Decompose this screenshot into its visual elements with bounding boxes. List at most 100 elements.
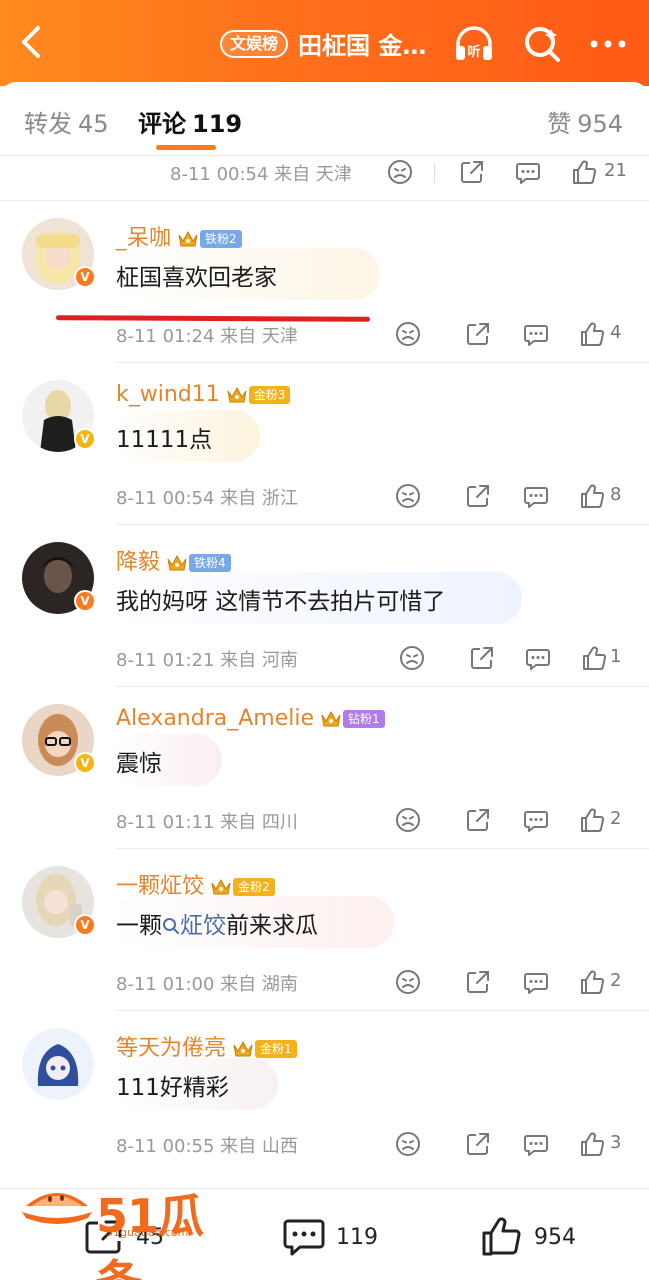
share-icon[interactable] (468, 644, 496, 672)
search-icon (163, 918, 179, 934)
like-count: 8 (610, 484, 622, 505)
verified-icon: V (74, 266, 96, 288)
like-count: 1 (610, 646, 622, 667)
divider (116, 848, 649, 849)
watermark-url: 51guatiao.com (106, 1226, 189, 1239)
reply-icon[interactable] (522, 320, 550, 348)
comment-icon (283, 1219, 325, 1256)
avatar[interactable] (22, 1028, 94, 1100)
like-count: 2 (610, 808, 622, 829)
share-icon[interactable] (464, 806, 492, 834)
meta-time: 8-11 01:24 来自 天津 (116, 326, 298, 347)
divider (116, 686, 649, 687)
divider (116, 1010, 649, 1011)
react-icon[interactable] (394, 806, 422, 834)
reply-icon[interactable] (522, 806, 550, 834)
listen-icon[interactable]: 听 (452, 22, 496, 66)
comment-text-part: 前来求瓜 (226, 913, 318, 939)
fan-badge: 铁粉4 (189, 554, 231, 572)
meta-time: 8-11 00:55 来自 山西 (116, 1136, 298, 1157)
watermark-logo: 51瓜条 51guatiao.com (22, 1178, 222, 1280)
comment-text-part: 一颗 (116, 913, 162, 939)
tab-bar: 转发 45 评论 119 赞 954 (0, 82, 649, 156)
comment-count: 119 (336, 1224, 378, 1250)
tab-like[interactable]: 赞 954 (547, 104, 623, 139)
fan-badge: 金粉3 (248, 386, 291, 404)
react-icon[interactable] (398, 644, 426, 672)
like-count: 2 (610, 970, 622, 991)
share-icon[interactable] (464, 320, 492, 348)
comment-meta: 8-11 01:24 来自 天津 4 (116, 320, 626, 350)
page-title: 田柾国 金… (298, 32, 427, 60)
verified-icon: V (74, 590, 96, 612)
verified-icon: V (74, 428, 96, 450)
crown-icon (210, 877, 232, 897)
svg-text:听: 听 (467, 44, 480, 60)
comment-text[interactable]: 我的妈呀 这情节不去拍片可惜了 (116, 578, 485, 620)
react-icon[interactable] (394, 1130, 422, 1158)
search-link[interactable]: 炡饺 (162, 913, 226, 939)
react-icon[interactable] (386, 158, 414, 186)
share-icon[interactable] (464, 482, 492, 510)
username[interactable]: Alexandra_Amelie 钻粉1 (116, 706, 385, 731)
fan-badge: 钻粉1 (343, 710, 385, 728)
tab-repost[interactable]: 转发 45 (24, 104, 109, 139)
search-link-text: 炡饺 (180, 913, 226, 939)
comment-meta: 8-11 00:55 来自 山西 3 (116, 1130, 626, 1160)
verified-icon: V (74, 914, 96, 936)
tab-repost-count: 45 (78, 110, 109, 138)
comment-meta: 8-11 00:54 来自 浙江 8 (116, 482, 626, 512)
comment-meta: 8-11 01:00 来自 湖南 2 (116, 968, 626, 998)
share-icon[interactable] (464, 968, 492, 996)
like-button[interactable]: 954 (480, 1217, 576, 1257)
watermelon-icon (22, 1193, 92, 1224)
like-icon[interactable] (578, 806, 606, 834)
comment-text[interactable]: 震惊 (116, 740, 202, 782)
react-icon[interactable] (394, 968, 422, 996)
share-icon[interactable] (458, 158, 486, 186)
like-icon[interactable] (578, 1130, 606, 1158)
username[interactable]: k_wind11 金粉3 (116, 382, 291, 407)
like-icon[interactable] (580, 644, 608, 672)
meta-time: 8-11 01:00 来自 湖南 (116, 974, 298, 995)
back-icon[interactable] (14, 22, 50, 62)
reply-icon[interactable] (522, 968, 550, 996)
header-title-group[interactable]: 文娱榜 田柾国 金… (220, 26, 426, 61)
reply-icon[interactable] (522, 482, 550, 510)
like-icon[interactable] (570, 158, 598, 186)
tab-comment[interactable]: 评论 119 (138, 104, 242, 139)
tab-like-count: 954 (577, 110, 623, 138)
tab-repost-label: 转发 (24, 110, 72, 138)
like-icon (482, 1217, 521, 1256)
divider (0, 200, 649, 201)
verified-icon: V (74, 752, 96, 774)
username-text: k_wind11 (116, 382, 220, 407)
reply-icon[interactable] (524, 644, 552, 672)
crown-icon (226, 385, 248, 405)
username-text: Alexandra_Amelie (116, 706, 315, 731)
search-icon[interactable] (520, 22, 564, 66)
share-icon[interactable] (464, 1130, 492, 1158)
divider (116, 362, 649, 363)
tab-comment-label: 评论 (138, 110, 186, 138)
top-bar: 文娱榜 田柾国 金… 听 (0, 0, 649, 86)
trend-badge: 文娱榜 (220, 29, 289, 58)
reply-icon[interactable] (522, 1130, 550, 1158)
react-icon[interactable] (394, 482, 422, 510)
active-tab-indicator (156, 145, 216, 150)
like-icon[interactable] (578, 968, 606, 996)
comment-button[interactable]: 119 (282, 1217, 378, 1257)
react-icon[interactable] (394, 320, 422, 348)
like-icon[interactable] (578, 320, 606, 348)
divider (434, 163, 435, 183)
comment-text[interactable]: 11111点 (116, 416, 252, 458)
comment-text[interactable]: 一颗 炡饺前来求瓜 (116, 902, 358, 944)
comment-text[interactable]: 111好精彩 (116, 1064, 269, 1106)
more-icon[interactable] (586, 22, 630, 66)
reply-icon[interactable] (514, 158, 542, 186)
fan-badge: 金粉2 (233, 878, 275, 896)
meta-time: 8-11 01:21 来自 河南 (116, 650, 298, 671)
comment-text[interactable]: 柾国喜欢回老家 (116, 254, 317, 296)
divider (116, 524, 649, 525)
like-icon[interactable] (578, 482, 606, 510)
